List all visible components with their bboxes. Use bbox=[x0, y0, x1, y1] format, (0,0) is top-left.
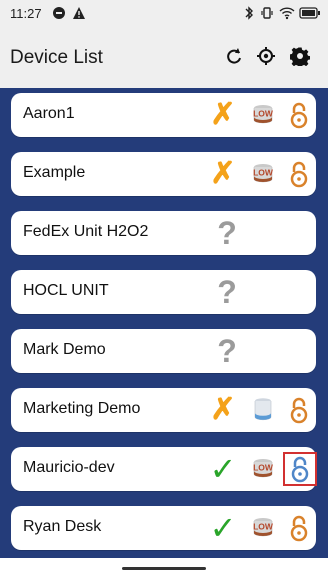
unlocked-lock-icon[interactable] bbox=[283, 158, 315, 190]
wifi-icon bbox=[279, 6, 295, 23]
device-list: Aaron1 ✗ LOW Example ✗ LOW FedEx Unit H2… bbox=[0, 88, 328, 558]
status-x-icon: ✗ bbox=[210, 393, 236, 426]
level-low-icon: LOW bbox=[247, 512, 279, 544]
device-row[interactable]: Example ✗ LOW bbox=[11, 152, 316, 196]
vibrate-icon bbox=[261, 6, 273, 23]
level-low-icon: LOW bbox=[247, 453, 279, 485]
question-icon: ? bbox=[217, 215, 237, 251]
status-check-icon: ✓ bbox=[209, 510, 237, 546]
level-low-label: LOW bbox=[253, 168, 274, 178]
status-x-icon: ✗ bbox=[210, 157, 236, 190]
level-ok-icon bbox=[247, 394, 279, 426]
level-low-label: LOW bbox=[253, 522, 274, 532]
device-name: Aaron1 bbox=[23, 105, 75, 122]
unlocked-lock-icon[interactable] bbox=[283, 512, 315, 544]
level-low-label: LOW bbox=[253, 109, 274, 119]
device-name: Marketing Demo bbox=[23, 400, 141, 417]
question-icon: ? bbox=[217, 274, 237, 310]
device-row[interactable]: Mauricio-dev ✓ LOW bbox=[11, 447, 317, 491]
system-nav-bar bbox=[0, 558, 328, 578]
level-low-label: LOW bbox=[253, 463, 274, 473]
page-title: Device List bbox=[10, 47, 103, 68]
device-name: Ryan Desk bbox=[23, 518, 102, 535]
status-x-icon: ✗ bbox=[210, 98, 236, 131]
level-low-icon: LOW bbox=[247, 158, 279, 190]
question-icon: ? bbox=[217, 333, 237, 369]
refresh-icon[interactable] bbox=[222, 44, 246, 68]
device-row[interactable]: HOCL UNIT ? bbox=[11, 270, 316, 314]
device-name: FedEx Unit H2O2 bbox=[23, 223, 149, 240]
selected-lock-icon[interactable] bbox=[283, 452, 317, 486]
device-row[interactable]: FedEx Unit H2O2 ? bbox=[11, 211, 316, 255]
device-row[interactable]: Mark Demo ? bbox=[11, 329, 316, 373]
home-gesture-bar[interactable] bbox=[122, 567, 206, 570]
unlocked-lock-icon[interactable] bbox=[283, 99, 315, 131]
app-bar: Device List bbox=[0, 28, 328, 88]
alert-icon bbox=[72, 6, 86, 23]
device-name: Mauricio-dev bbox=[23, 459, 115, 476]
battery-icon bbox=[299, 6, 323, 23]
status-check-icon: ✓ bbox=[209, 451, 237, 487]
dnd-icon bbox=[52, 6, 66, 23]
status-time: 11:27 bbox=[10, 6, 42, 21]
locate-icon[interactable] bbox=[254, 44, 278, 68]
device-row[interactable]: Marketing Demo ✗ bbox=[11, 388, 316, 432]
device-name: Example bbox=[23, 164, 86, 181]
settings-icon[interactable] bbox=[288, 44, 312, 68]
device-name: Mark Demo bbox=[23, 341, 106, 358]
device-name: HOCL UNIT bbox=[23, 282, 109, 299]
level-low-icon: LOW bbox=[247, 99, 279, 131]
device-row[interactable]: Ryan Desk ✓ LOW bbox=[11, 506, 316, 550]
unlocked-lock-icon[interactable] bbox=[283, 394, 315, 426]
status-bar: 11:27 bbox=[0, 0, 328, 28]
bluetooth-icon bbox=[243, 6, 255, 23]
device-row[interactable]: Aaron1 ✗ LOW bbox=[11, 93, 316, 137]
